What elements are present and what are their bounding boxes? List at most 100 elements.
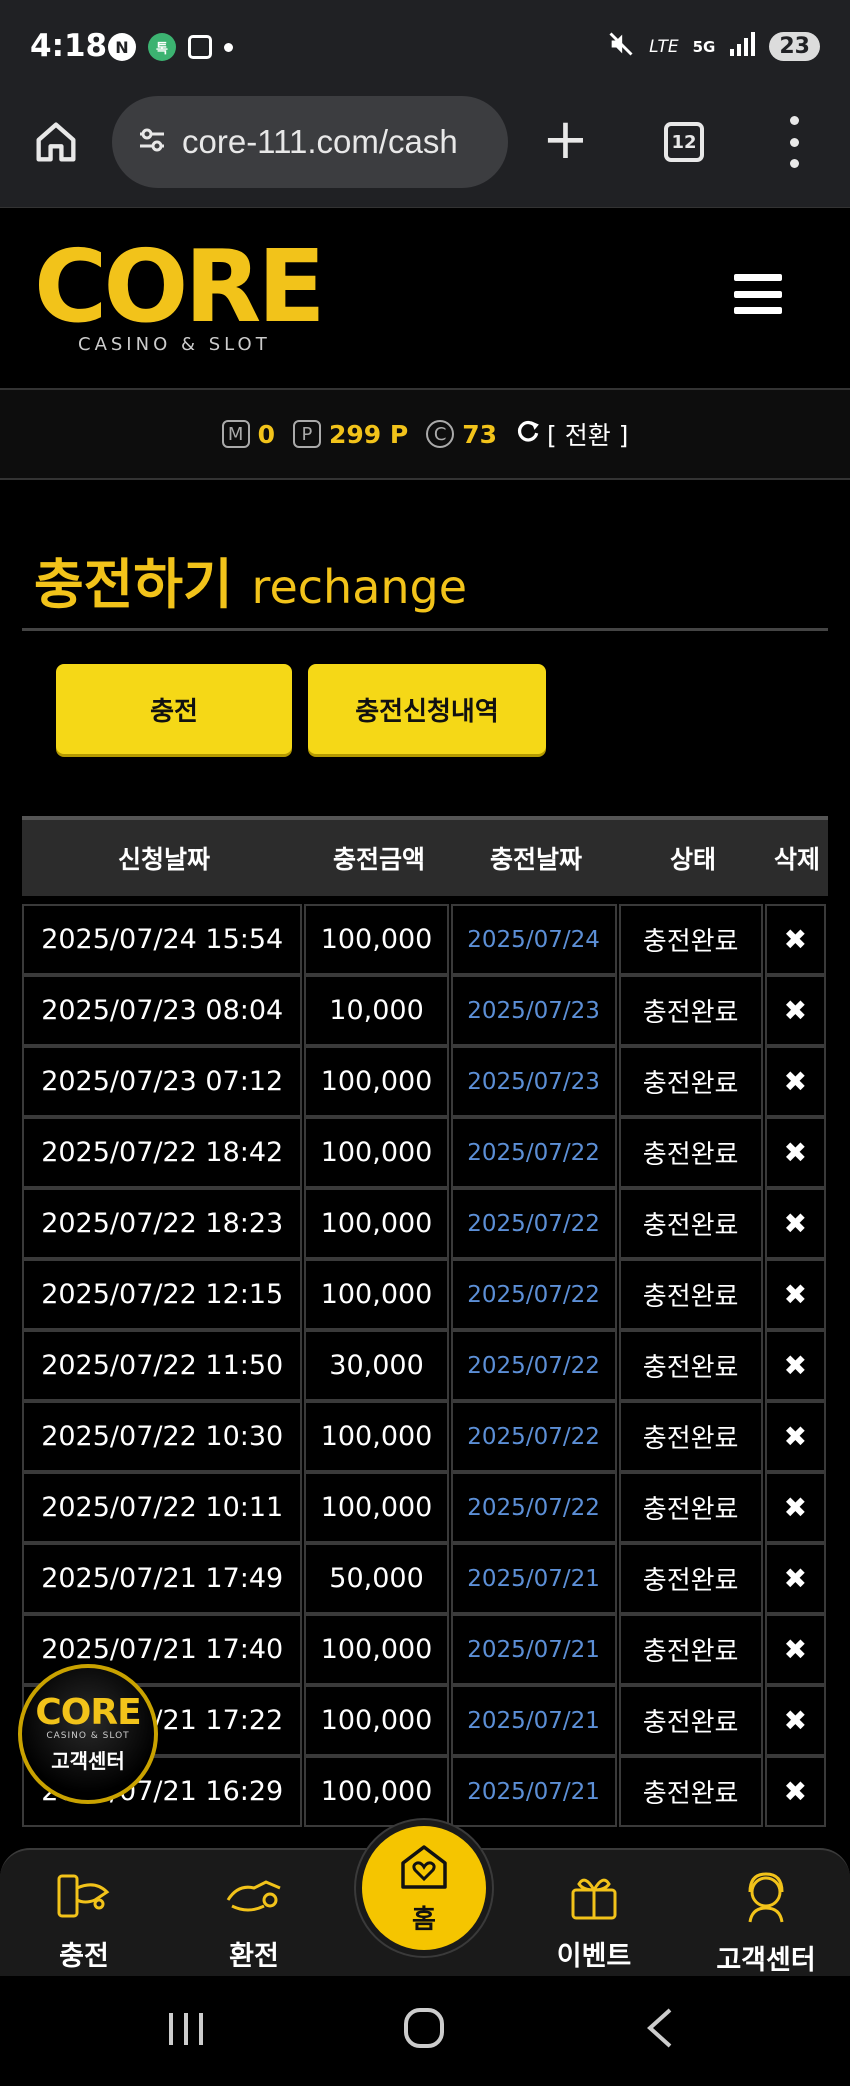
exchange-icon <box>224 1870 284 1926</box>
cell-request-date: 2025/07/22 12:15 <box>22 1259 303 1330</box>
delete-icon[interactable]: ✖ <box>764 1117 826 1188</box>
page-title: 충전하기 rechange <box>34 540 467 619</box>
table-row: 2025/07/22 18:23 100,000 2025/07/22 충전완료 ✖ <box>22 1188 828 1259</box>
header-charge-date: 충전날짜 <box>489 845 582 874</box>
table-body: 2025/07/24 15:54 100,000 2025/07/24 충전완료 ✖ 20… <box>22 904 828 1827</box>
browser-home-icon[interactable] <box>30 116 82 168</box>
c-badge-icon: C <box>426 420 455 448</box>
table-row: 2025/07/24 15:54 100,000 2025/07/24 충전완료 ✖ <box>22 904 828 975</box>
browser-menu-icon[interactable] <box>788 116 800 168</box>
cell-amount: 100,000 <box>304 1117 449 1188</box>
home-heart-icon <box>397 1841 451 1897</box>
cell-status: 충전완료 <box>618 1472 763 1543</box>
cell-amount: 100,000 <box>304 1756 449 1827</box>
android-home-icon[interactable] <box>402 2006 446 2054</box>
cell-charge-date: 2025/07/22 <box>450 1259 617 1330</box>
delete-icon[interactable]: ✖ <box>764 1401 826 1472</box>
delete-icon[interactable]: ✖ <box>764 1543 826 1614</box>
customer-center-float-button[interactable]: CORE CASINO & SLOT 고객센터 <box>18 1664 158 1804</box>
cell-charge-date: 2025/07/22 <box>450 1188 617 1259</box>
nav-exchange-label: 환전 <box>229 1941 279 1972</box>
cell-status: 충전완료 <box>618 1117 763 1188</box>
table-row: 2025/07/21 17:49 50,000 2025/07/21 충전완료 ✖ <box>22 1543 828 1614</box>
cell-request-date: 2025/07/23 07:12 <box>22 1046 303 1117</box>
cell-status: 충전완료 <box>618 1685 763 1756</box>
new-tab-icon[interactable]: + <box>542 112 589 168</box>
delete-icon[interactable]: ✖ <box>764 1472 826 1543</box>
cell-charge-date: 2025/07/22 <box>450 1472 617 1543</box>
header-status: 상태 <box>669 845 716 874</box>
cell-status: 충전완료 <box>618 904 763 975</box>
table-row: 2025/07/21 17:40 100,000 2025/07/21 충전완료 ✖ <box>22 1614 828 1685</box>
convert-label: [ 전환 ] <box>547 421 629 450</box>
coin-value: 73 <box>462 419 497 449</box>
status-bar: 4:18 N 톡 LTE 5G 23 <box>0 0 850 92</box>
table-row: 2025/07/22 18:42 100,000 2025/07/22 충전완료 ✖ <box>22 1117 828 1188</box>
url-bar[interactable]: core-111.com/cash <box>112 96 508 188</box>
delete-icon[interactable]: ✖ <box>764 1046 826 1117</box>
nav-home-label: 홈 <box>412 1904 436 1935</box>
cell-request-date: 2025/07/21 17:49 <box>22 1543 303 1614</box>
android-nav-bar <box>0 1976 850 2086</box>
site-settings-icon[interactable] <box>136 124 168 160</box>
back-icon[interactable] <box>644 2006 676 2054</box>
delete-icon[interactable]: ✖ <box>764 975 826 1046</box>
table-row: 2025/07/22 11:50 30,000 2025/07/22 충전완료 ✖ <box>22 1330 828 1401</box>
cell-amount: 100,000 <box>304 904 449 975</box>
nav-charge[interactable]: 충전 <box>14 1870 154 1973</box>
delete-icon[interactable]: ✖ <box>764 1259 826 1330</box>
screenshot-icon <box>188 35 212 59</box>
site-header: CORE CASINO & SLOT <box>0 208 850 390</box>
tab-switcher-button[interactable]: 12 <box>664 122 704 162</box>
status-time: 4:18 <box>30 28 108 64</box>
cell-status: 충전완료 <box>618 1046 763 1117</box>
points-bar: M 0 P 299 P C 73 [ 전환 ] <box>0 390 850 480</box>
more-notifications-dot <box>224 42 233 52</box>
header-amount: 충전금액 <box>332 845 425 874</box>
nav-event-label: 이벤트 <box>556 1941 632 1972</box>
site-logo[interactable]: CORE CASINO & SLOT <box>34 237 326 356</box>
charge-icon <box>55 1870 113 1926</box>
table-row: 2025/07/22 12:15 100,000 2025/07/22 충전완료 ✖ <box>22 1259 828 1330</box>
nav-support[interactable]: 고객센터 <box>696 1870 836 1977</box>
cell-request-date: 2025/07/22 10:11 <box>22 1472 303 1543</box>
delete-icon[interactable]: ✖ <box>764 1330 826 1401</box>
cell-amount: 100,000 <box>304 1259 449 1330</box>
cell-charge-date: 2025/07/23 <box>450 1046 617 1117</box>
convert-button[interactable]: [ 전환 ] <box>515 416 628 452</box>
url-text[interactable]: core-111.com/cash <box>182 123 458 161</box>
cell-status: 충전완료 <box>618 1543 763 1614</box>
delete-icon[interactable]: ✖ <box>764 1614 826 1685</box>
cell-request-date: 2025/07/22 18:23 <box>22 1188 303 1259</box>
cell-charge-date: 2025/07/21 <box>450 1543 617 1614</box>
charge-history-button[interactable]: 충전신청내역 <box>308 664 546 754</box>
nav-event[interactable]: 이벤트 <box>524 1870 664 1973</box>
naver-icon: N <box>108 33 136 61</box>
float-label: 고객센터 <box>51 1748 125 1773</box>
cell-amount: 30,000 <box>304 1330 449 1401</box>
delete-icon[interactable]: ✖ <box>764 1685 826 1756</box>
table-row: 2025/07/22 10:11 100,000 2025/07/22 충전완료 ✖ <box>22 1472 828 1543</box>
cell-charge-date: 2025/07/22 <box>450 1117 617 1188</box>
notification-icons: N 톡 <box>108 33 233 61</box>
cell-request-date: 2025/07/23 08:04 <box>22 975 303 1046</box>
title-divider <box>22 628 828 631</box>
recent-apps-icon[interactable] <box>166 2010 206 2052</box>
support-headset-icon <box>738 1870 794 1930</box>
cell-charge-date: 2025/07/22 <box>450 1401 617 1472</box>
cell-amount: 100,000 <box>304 1401 449 1472</box>
hamburger-menu-icon[interactable] <box>734 274 782 314</box>
nav-exchange[interactable]: 환전 <box>184 1870 324 1973</box>
cell-amount: 10,000 <box>304 975 449 1046</box>
cell-amount: 100,000 <box>304 1472 449 1543</box>
signal-icon <box>729 31 756 62</box>
charge-button[interactable]: 충전 <box>56 664 292 754</box>
delete-icon[interactable]: ✖ <box>764 1756 826 1827</box>
delete-icon[interactable]: ✖ <box>764 1188 826 1259</box>
nav-charge-label: 충전 <box>59 1941 109 1972</box>
page-title-ko: 충전하기 <box>34 553 233 616</box>
cell-amount: 100,000 <box>304 1685 449 1756</box>
nav-home[interactable]: 홈 <box>356 1820 492 1956</box>
cell-status: 충전완료 <box>618 1614 763 1685</box>
delete-icon[interactable]: ✖ <box>764 904 826 975</box>
